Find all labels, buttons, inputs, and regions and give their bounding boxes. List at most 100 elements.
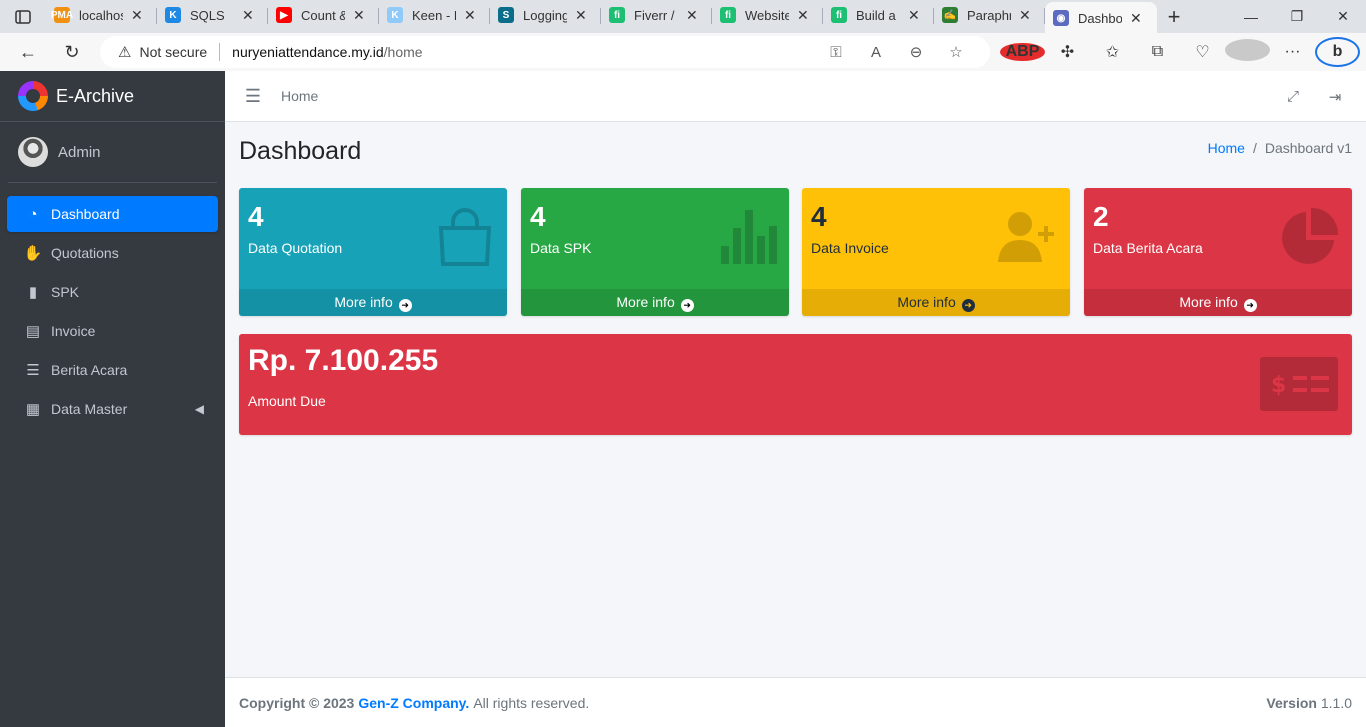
browser-tab[interactable]: K SQLS ✕: [157, 0, 268, 32]
tab-favicon-icon: fi: [831, 7, 847, 23]
browser-tab-bar: PMA localhost ✕ K SQLS ✕ ▶ Count & ✕ K Keen - M ✕ SL…: [0, 0, 1366, 35]
browser-tab[interactable]: S Logging ✕: [490, 0, 601, 32]
sidebar-item-label: Dashboard: [51, 206, 120, 222]
company-link[interactable]: Gen-Z Company.: [358, 695, 469, 711]
bing-chat-icon[interactable]: b: [1315, 37, 1360, 67]
version-value: 1.1.0: [1320, 694, 1352, 711]
invoice-label: Data Invoice: [811, 240, 889, 256]
invoice-box: 4 Data Invoice More info ➜: [802, 188, 1070, 316]
browser-tab[interactable]: K Keen - M ✕: [379, 0, 490, 32]
security-label: Not secure: [139, 44, 208, 60]
spk-more-info-link[interactable]: More info ➜: [521, 289, 789, 316]
minimize-icon[interactable]: —: [1228, 0, 1274, 33]
brand-logo-icon: [18, 81, 48, 111]
collections-icon[interactable]: ⧉: [1135, 43, 1180, 61]
favorite-star-icon[interactable]: ☆: [936, 43, 976, 61]
sidebar-item-berita-acara[interactable]: ☰ Berita Acara: [7, 352, 218, 388]
sidebar-item-invoice[interactable]: ▤ Invoice: [7, 313, 218, 349]
spk-label: Data SPK: [530, 240, 592, 256]
url-bar[interactable]: ⚠ Not secure nuryeniattendance.my.id/hom…: [100, 36, 990, 68]
browser-tab[interactable]: PMA localhost ✕: [46, 0, 157, 32]
sidebar-item-spk[interactable]: ▮ SPK: [7, 274, 218, 310]
user-panel[interactable]: Admin: [8, 122, 217, 183]
user-name: Admin: [58, 143, 101, 161]
refresh-icon: ↻: [64, 41, 80, 62]
breadcrumb: Home / Dashboard v1: [1208, 140, 1352, 156]
arrow-circle-right-icon: ➜: [398, 299, 412, 312]
arrow-circle-right-icon: ➜: [680, 299, 694, 312]
main-header: ☰ Home ⤢ ⇥: [225, 71, 1366, 122]
tab-close-icon[interactable]: ✕: [908, 7, 920, 24]
browser-tab[interactable]: ◉ Dashboa ✕: [1045, 1, 1157, 35]
read-aloud-icon[interactable]: A: [856, 44, 896, 61]
adblock-plus-icon[interactable]: ABP: [1000, 43, 1045, 61]
tab-close-icon[interactable]: ✕: [242, 7, 254, 24]
tachometer-icon: ◔: [28, 205, 38, 223]
sidebar-item-quotations[interactable]: ✋ Quotations: [7, 235, 218, 271]
tab-favicon-icon: K: [165, 7, 181, 23]
tab-close-icon[interactable]: ✕: [1130, 10, 1142, 27]
tab-title: Fiverr / g: [634, 7, 678, 23]
brand-text: E-Archive: [56, 85, 135, 106]
tab-actions-button[interactable]: [0, 0, 46, 33]
browser-tab[interactable]: ▶ Count & ✕: [268, 0, 379, 32]
hamburger-menu-icon[interactable]: ☰: [225, 86, 281, 107]
key-icon[interactable]: ⚿: [816, 44, 856, 61]
tab-title: Paraphra: [967, 7, 1011, 23]
tab-title: localhost: [79, 7, 123, 23]
browser-tab[interactable]: ✍ Paraphra ✕: [934, 0, 1045, 32]
restore-icon[interactable]: ❐: [1274, 0, 1320, 33]
tab-close-icon[interactable]: ✕: [797, 7, 809, 24]
berita-acara-label: Data Berita Acara: [1093, 240, 1203, 256]
arrow-circle-right-icon: ➜: [961, 299, 975, 312]
breadcrumb-home-link[interactable]: Home: [1208, 140, 1245, 156]
breadcrumb-separator: /: [1252, 140, 1257, 156]
header-actions: ⤢ ⇥: [1272, 71, 1356, 122]
header-home-link[interactable]: Home: [281, 88, 318, 104]
browser-tab[interactable]: fi Fiverr / g ✕: [601, 0, 712, 32]
quotation-more-info-link[interactable]: More info ➜: [239, 289, 507, 316]
refresh-button[interactable]: ↻: [50, 33, 94, 71]
quotation-box: 4 Data Quotation More info ➜: [239, 188, 507, 316]
invoice-more-info-link[interactable]: More info ➜: [802, 289, 1070, 316]
zoom-out-icon[interactable]: ⊖: [896, 43, 936, 61]
sidebar-item-label: SPK: [51, 284, 80, 300]
tab-close-icon[interactable]: ✕: [353, 7, 365, 24]
list-alt-icon: ☰: [26, 362, 40, 379]
tab-close-icon[interactable]: ✕: [686, 7, 698, 24]
logout-icon[interactable]: ⇥: [1314, 88, 1356, 106]
browser-essentials-icon[interactable]: ♡: [1180, 42, 1225, 62]
new-tab-button[interactable]: +: [1157, 0, 1191, 33]
tab-favicon-icon: ✍: [942, 7, 958, 23]
spk-box: 4 Data SPK More info ➜: [521, 188, 789, 316]
rights-text: All rights reserved.: [473, 694, 590, 711]
tab-close-icon[interactable]: ✕: [575, 7, 587, 24]
tab-favicon-icon: fi: [720, 7, 736, 23]
money-bill-icon: $: [1260, 357, 1338, 411]
url-divider: [219, 43, 221, 61]
url-host: nuryeniattendance.my.id: [232, 44, 384, 60]
quotation-count: 4: [248, 201, 264, 232]
more-menu-icon[interactable]: ···: [1270, 43, 1315, 61]
profile-avatar-icon[interactable]: [1225, 38, 1270, 66]
copyright-text: Copyright © 2023: [239, 694, 355, 711]
browser-tab[interactable]: fi Website ✕: [712, 0, 823, 32]
browser-tab[interactable]: fi Build a p ✕: [823, 0, 934, 32]
extensions-puzzle-icon[interactable]: ✣: [1045, 42, 1090, 62]
sidebar-item-dashboard[interactable]: ◔ Dashboard: [7, 196, 218, 232]
back-button[interactable]: ←: [6, 33, 50, 71]
tab-close-icon[interactable]: ✕: [464, 7, 476, 24]
favorites-icon[interactable]: ✩: [1090, 42, 1135, 62]
tab-favicon-icon: ◉: [1053, 10, 1069, 26]
fullscreen-icon[interactable]: ⤢: [1272, 88, 1314, 105]
tab-close-icon[interactable]: ✕: [131, 7, 143, 24]
version-info: Version 1.1.0: [1266, 695, 1352, 711]
tab-close-icon[interactable]: ✕: [1019, 7, 1031, 24]
sidebar-item-label: Quotations: [51, 245, 119, 261]
berita-acara-more-info-link[interactable]: More info ➜: [1084, 289, 1352, 316]
tab-favicon-icon: K: [387, 7, 403, 23]
brand-link[interactable]: E-Archive: [0, 71, 225, 122]
close-window-icon[interactable]: ✕: [1320, 0, 1366, 33]
tab-list: PMA localhost ✕ K SQLS ✕ ▶ Count & ✕ K Keen - M ✕ SL…: [46, 0, 1157, 35]
sidebar-item-data-master[interactable]: ▦ Data Master ◀: [7, 391, 218, 427]
